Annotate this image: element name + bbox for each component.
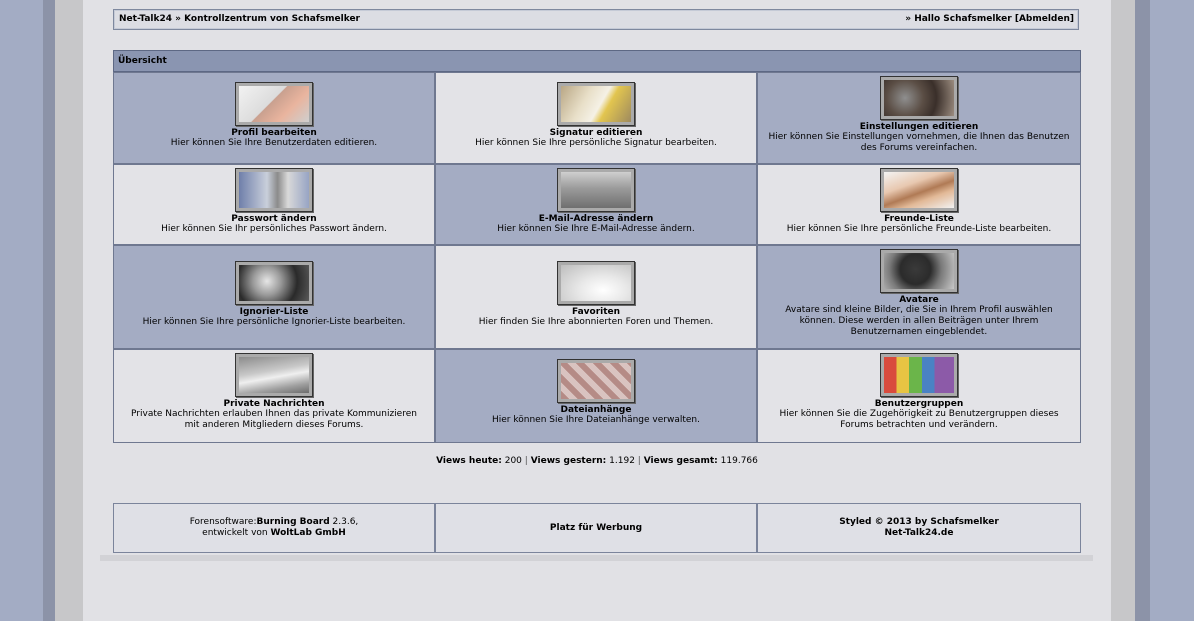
signature-icon[interactable] <box>557 82 635 126</box>
menu-item-desc: Hier können Sie Einstellungen vornehmen,… <box>768 132 1070 153</box>
developed-by-label: entwickelt von <box>202 528 268 538</box>
private-messages-icon[interactable] <box>235 353 313 397</box>
user-greeting-logout[interactable]: » Hallo Schafsmelker [Abmelden] <box>905 14 1074 24</box>
menu-item-desc: Private Nachrichten erlauben Ihnen das p… <box>131 409 417 430</box>
menu-item-private-messages[interactable]: Private Nachrichten Private Nachrichten … <box>113 349 435 443</box>
menu-item-favorites[interactable]: Favoriten Hier finden Sie Ihre abonniert… <box>435 245 757 349</box>
menu-item-title[interactable]: Einstellungen editieren <box>860 122 979 132</box>
menu-item-title[interactable]: E-Mail-Adresse ändern <box>539 214 654 224</box>
footer-software: Forensoftware:Burning Board 2.3.6, entwi… <box>113 503 435 553</box>
site-link[interactable]: Net-Talk24.de <box>885 528 954 538</box>
menu-item-desc: Hier können Sie Ihre persönliche Signatu… <box>475 138 717 148</box>
menu-item-title[interactable]: Freunde-Liste <box>884 214 954 224</box>
control-center-grid: Profil bearbeiten Hier können Sie Ihre B… <box>113 72 1081 443</box>
footer: Forensoftware:Burning Board 2.3.6, entwi… <box>113 503 1081 553</box>
menu-item-usergroups[interactable]: Benutzergruppen Hier können Sie die Zuge… <box>757 349 1081 443</box>
footer-credits: Styled © 2013 by Schafsmelker Net-Talk24… <box>757 503 1081 553</box>
footer-strip <box>100 555 1093 561</box>
menu-item-title[interactable]: Dateianhänge <box>561 405 632 415</box>
menu-item-desc: Hier können Sie Ihre Benutzerdaten editi… <box>170 138 378 148</box>
panel-title: Übersicht <box>113 50 1081 72</box>
footer-ad: Platz für Werbung <box>435 503 757 553</box>
menu-item-email[interactable]: E-Mail-Adresse ändern Hier können Sie Ih… <box>435 164 757 245</box>
menu-item-password[interactable]: Passwort ändern Hier können Sie Ihr pers… <box>113 164 435 245</box>
views-yesterday-label: Views gestern: <box>530 456 607 466</box>
menu-item-desc: Hier können Sie Ihre persönliche Freunde… <box>786 224 1052 234</box>
ad-placeholder: Platz für Werbung <box>549 522 643 533</box>
usergroups-icon[interactable] <box>880 353 958 397</box>
control-center-panel: Übersicht Profil bearbeiten Hier können … <box>113 50 1081 443</box>
views-total-value: 119.766 <box>720 456 758 466</box>
menu-item-title[interactable]: Signatur editieren <box>550 128 643 138</box>
menu-item-title[interactable]: Favoriten <box>572 307 620 317</box>
views-today-label: Views heute: <box>436 456 502 466</box>
friends-icon[interactable] <box>880 168 958 212</box>
password-icon[interactable] <box>235 168 313 212</box>
menu-item-desc: Avatare sind kleine Bilder, die Sie in I… <box>785 305 1053 337</box>
settings-icon[interactable] <box>880 76 958 120</box>
menu-item-avatars[interactable]: Avatare Avatare sind kleine Bilder, die … <box>757 245 1081 349</box>
menu-item-profile[interactable]: Profil bearbeiten Hier können Sie Ihre B… <box>113 72 435 164</box>
breadcrumb-bar: Net-Talk24 » Kontrollzentrum von Schafsm… <box>113 9 1079 30</box>
views-total-label: Views gesamt: <box>643 456 718 466</box>
menu-item-ignore[interactable]: Ignorier-Liste Hier können Sie Ihre pers… <box>113 245 435 349</box>
menu-item-friends[interactable]: Freunde-Liste Hier können Sie Ihre persö… <box>757 164 1081 245</box>
menu-item-settings[interactable]: Einstellungen editieren Hier können Sie … <box>757 72 1081 164</box>
software-version: 2.3.6, <box>329 517 359 527</box>
separator: | <box>637 456 641 466</box>
ignore-icon[interactable] <box>235 261 313 305</box>
favorites-icon[interactable] <box>557 261 635 305</box>
menu-item-title[interactable]: Ignorier-Liste <box>240 307 309 317</box>
attachments-icon[interactable] <box>557 359 635 403</box>
menu-item-desc: Hier finden Sie Ihre abonnierten Foren u… <box>478 317 714 327</box>
developer-link[interactable]: WoltLab GmbH <box>270 528 345 538</box>
menu-item-title[interactable]: Avatare <box>899 295 939 305</box>
menu-item-desc: Hier können Sie Ihre persönliche Ignorie… <box>142 317 406 327</box>
separator: | <box>524 456 528 466</box>
mailbox-icon[interactable] <box>557 168 635 212</box>
menu-item-title[interactable]: Benutzergruppen <box>875 399 964 409</box>
styled-by: Styled © 2013 by Schafsmelker <box>839 517 999 527</box>
menu-item-desc: Hier können Sie Ihre E-Mail-Adresse ände… <box>497 224 695 234</box>
views-today-value: 200 <box>504 456 522 466</box>
menu-item-attachments[interactable]: Dateianhänge Hier können Sie Ihre Dateia… <box>435 349 757 443</box>
menu-item-title[interactable]: Profil bearbeiten <box>231 128 317 138</box>
menu-item-signature[interactable]: Signatur editieren Hier können Sie Ihre … <box>435 72 757 164</box>
menu-item-desc: Hier können Sie Ihr persönliches Passwor… <box>161 224 387 234</box>
software-link[interactable]: Burning Board <box>256 517 329 527</box>
menu-item-title[interactable]: Passwort ändern <box>231 214 316 224</box>
avatar-icon[interactable] <box>880 249 958 293</box>
view-statistics: Views heute: 200 | Views gestern: 1.192 … <box>113 456 1081 466</box>
software-prefix: Forensoftware: <box>189 517 257 527</box>
menu-item-desc: Hier können Sie Ihre Dateianhänge verwal… <box>492 415 700 425</box>
breadcrumb[interactable]: Net-Talk24 » Kontrollzentrum von Schafsm… <box>119 14 360 24</box>
menu-item-desc: Hier können Sie die Zugehörigkeit zu Ben… <box>779 409 1059 430</box>
menu-item-title[interactable]: Private Nachrichten <box>223 399 324 409</box>
profile-edit-icon[interactable] <box>235 82 313 126</box>
views-yesterday-value: 1.192 <box>609 456 635 466</box>
